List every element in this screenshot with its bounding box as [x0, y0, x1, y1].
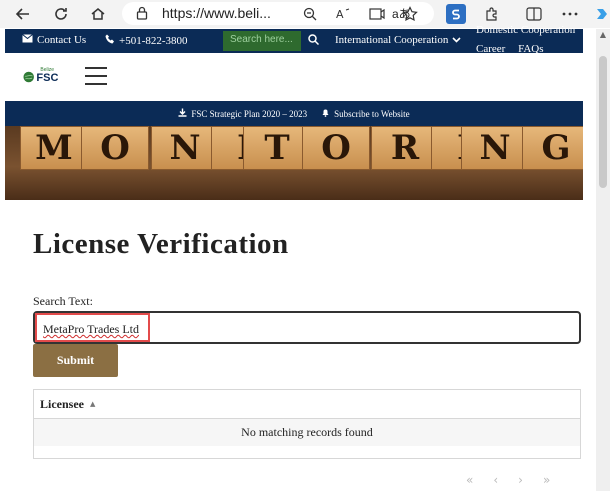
refresh-icon[interactable]: [50, 3, 72, 25]
search-text-value: MetaPro Trades Ltd: [43, 322, 139, 336]
read-mode-icon[interactable]: A: [334, 4, 354, 24]
copilot-icon[interactable]: [592, 4, 610, 24]
licensee-column-header[interactable]: Licensee ▲: [34, 390, 580, 419]
chevron-down-icon: [452, 34, 461, 46]
split-screen-icon[interactable]: [524, 4, 544, 24]
logo-main-text: FSC: [36, 72, 59, 84]
bell-icon: [321, 108, 330, 119]
svg-text:A: A: [336, 8, 344, 21]
scrollbar-thumb[interactable]: [599, 56, 607, 188]
hamburger-menu-icon[interactable]: [85, 67, 107, 85]
site-search-input[interactable]: Search here...: [223, 31, 301, 51]
domestic-cooperation-link[interactable]: Domestic Cooperation: [476, 24, 575, 36]
home-icon[interactable]: [87, 3, 109, 25]
banner-tile: G: [522, 126, 583, 170]
sub-navigation: FSC Strategic Plan 2020 – 2023 Subscribe…: [5, 101, 583, 126]
contact-us-label: Contact Us: [37, 34, 87, 46]
strategic-plan-link[interactable]: FSC Strategic Plan 2020 – 2023: [178, 108, 307, 119]
download-icon: [178, 108, 187, 119]
phone-link[interactable]: +501-822-3800: [105, 34, 188, 47]
prev-page-button[interactable]: ‹: [493, 473, 498, 487]
phone-label: +501-822-3800: [119, 34, 188, 47]
subscribe-link[interactable]: Subscribe to Website: [321, 108, 410, 119]
banner-tile: T: [243, 126, 311, 170]
address-bar[interactable]: https://www.beli... aあ: [122, 2, 434, 25]
banner-tile: M: [20, 126, 88, 170]
banner-tile: N: [461, 126, 529, 170]
zoom-out-icon[interactable]: [300, 4, 320, 24]
banner-tile: O: [81, 126, 149, 170]
banner-tile: R: [371, 126, 439, 170]
international-cooperation-label: International Cooperation: [335, 34, 449, 46]
url-text: https://www.beli...: [162, 5, 271, 21]
strategic-plan-label: FSC Strategic Plan 2020 – 2023: [191, 108, 308, 119]
contact-us-link[interactable]: Contact Us: [22, 34, 86, 46]
immersive-reader-icon[interactable]: [367, 4, 387, 24]
banner-tile: O: [302, 126, 370, 170]
site-search-button[interactable]: [303, 31, 323, 51]
banner-tile: N: [151, 126, 219, 170]
results-table: Licensee ▲ No matching records found: [33, 389, 581, 459]
more-menu-icon[interactable]: [560, 4, 580, 24]
subscribe-label: Subscribe to Website: [334, 108, 410, 119]
envelope-icon: [22, 34, 33, 46]
last-page-button[interactable]: »: [543, 473, 550, 487]
globe-logo-icon: [23, 71, 34, 83]
extensions-puzzle-icon[interactable]: [482, 4, 502, 24]
first-page-button[interactable]: «: [466, 473, 473, 487]
pagination: « ‹ › »: [466, 473, 550, 487]
submit-button[interactable]: Submit: [33, 344, 118, 377]
phone-icon: [105, 34, 115, 47]
table-footer: [34, 446, 580, 460]
site-topbar: Contact Us +501-822-3800 Search here... …: [5, 24, 583, 55]
monitoring-banner-image: M O N I T O R I N G: [5, 126, 583, 200]
international-cooperation-menu[interactable]: International Cooperation: [335, 34, 461, 46]
scroll-up-arrow-icon[interactable]: ▲: [598, 30, 608, 40]
favorite-star-icon[interactable]: [400, 4, 420, 24]
back-arrow-icon[interactable]: [12, 3, 34, 25]
page-title: License Verification: [33, 228, 289, 260]
search-icon: [307, 34, 319, 48]
next-page-button[interactable]: ›: [518, 473, 523, 487]
sort-ascending-icon: ▲: [90, 400, 96, 408]
fsc-logo[interactable]: Belize FSC: [23, 65, 63, 89]
empty-results-message: No matching records found: [34, 419, 580, 446]
licensee-header-label: Licensee: [40, 396, 84, 411]
lock-icon: [136, 6, 148, 23]
search-text-label: Search Text:: [33, 294, 93, 308]
site-header: Belize FSC: [5, 53, 583, 101]
extension-s-icon[interactable]: [446, 4, 466, 24]
search-text-highlight[interactable]: MetaPro Trades Ltd: [35, 313, 150, 342]
